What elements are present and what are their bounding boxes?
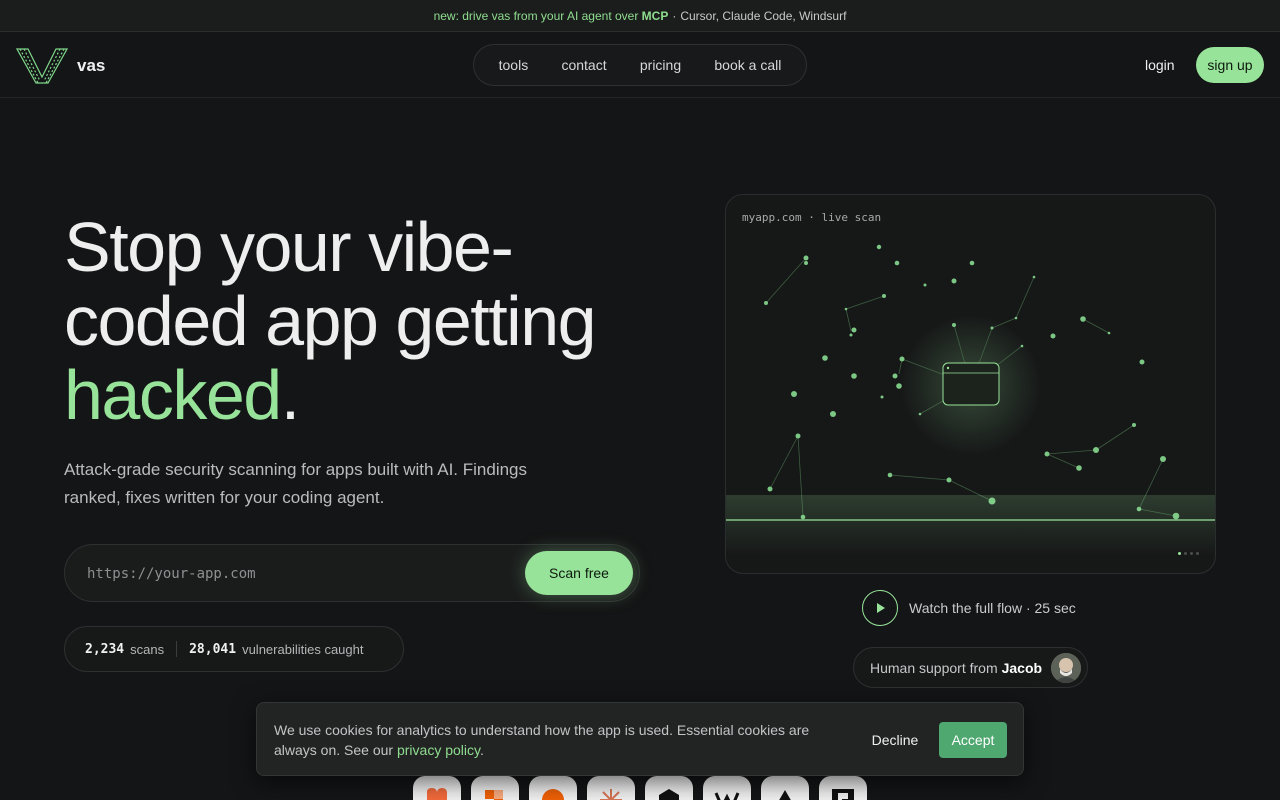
hero-title-line2: coded app getting (64, 282, 597, 360)
vas-logo-icon (16, 48, 68, 84)
scans-label: scans (130, 641, 165, 657)
carousel-dot[interactable] (1184, 552, 1187, 555)
claude-logo-icon (587, 776, 635, 800)
banner-agents: Cursor, Claude Code, Windsurf (680, 8, 847, 23)
panel-label: myapp.com · live scan (742, 211, 882, 224)
bolt-logo-icon (471, 776, 519, 800)
vulns-label: vulnerabilities caught (242, 641, 364, 657)
vulns-count: 28,041 (189, 641, 237, 657)
cookie-banner: We use cookies for analytics to understa… (256, 702, 1024, 776)
cookie-period: . (479, 742, 484, 758)
cursor-logo-icon (645, 776, 693, 800)
replit-logo-icon (529, 776, 577, 800)
nav-book-a-call[interactable]: book a call (710, 57, 785, 73)
stats-divider (176, 641, 178, 657)
decline-button[interactable]: Decline (860, 723, 930, 757)
top-nav: vas tools contact pricing book a call lo… (0, 33, 1280, 98)
support-prefix: Human support from (870, 659, 998, 676)
logo-text: vas (77, 56, 106, 75)
watch-label: Watch the full flow · 25 sec (909, 600, 1076, 616)
accept-button[interactable]: Accept (939, 722, 1007, 758)
vercel-logo-icon (761, 776, 809, 800)
network-graph (726, 244, 1215, 555)
hero-title-period: . (280, 356, 300, 434)
support-name: Jacob (1001, 659, 1043, 676)
framer-logo-icon (819, 776, 867, 800)
windsurf-logo-icon (703, 776, 751, 800)
stats-pill: 2,234 scans 28,041 vulnerabilities caugh… (64, 626, 404, 672)
scans-count: 2,234 (85, 641, 125, 657)
human-support-pill[interactable]: Human support from Jacob (853, 647, 1088, 688)
nav-contact[interactable]: contact (557, 57, 610, 73)
privacy-policy-link[interactable]: privacy policy (397, 742, 480, 758)
live-scan-panel: myapp.com · live scan (725, 194, 1216, 574)
scan-free-button[interactable]: Scan free (525, 551, 633, 595)
hero-title-highlight: hacked (64, 356, 282, 434)
scan-form: Scan free (64, 544, 640, 602)
play-icon[interactable] (862, 590, 898, 626)
announcement-banner[interactable]: new: drive vas from your AI agent over M… (0, 0, 1280, 32)
hero-subtitle: Attack-grade security scanning for apps … (64, 460, 528, 507)
carousel-dots[interactable] (1178, 552, 1199, 555)
carousel-dot[interactable] (1190, 552, 1193, 555)
login-link[interactable]: login (1145, 57, 1175, 73)
watch-video-button[interactable]: Watch the full flow · 25 sec (862, 590, 1076, 626)
cookie-text: We use cookies for analytics to understa… (274, 720, 834, 760)
lovable-logo-icon (413, 776, 461, 800)
nav-tools[interactable]: tools (495, 57, 533, 73)
url-input[interactable] (87, 564, 507, 584)
hero-title-line1: Stop your vibe- (64, 208, 514, 286)
carousel-dot-active[interactable] (1178, 552, 1181, 555)
cookie-message: We use cookies for analytics to understa… (274, 722, 810, 758)
carousel-dot[interactable] (1196, 552, 1199, 555)
banner-highlight: new: drive vas from your AI agent over (433, 8, 639, 23)
hero-title: Stop your vibe- coded app getting hacked… (64, 210, 684, 432)
nav-pricing[interactable]: pricing (636, 57, 685, 73)
banner-mcp: MCP (641, 8, 669, 23)
banner-separator: · (672, 8, 677, 23)
tool-logos-row (413, 776, 867, 800)
avatar (1051, 653, 1081, 683)
signup-button[interactable]: sign up (1196, 47, 1264, 83)
logo[interactable]: vas (16, 47, 105, 85)
nav-pill: tools contact pricing book a call (473, 44, 807, 86)
